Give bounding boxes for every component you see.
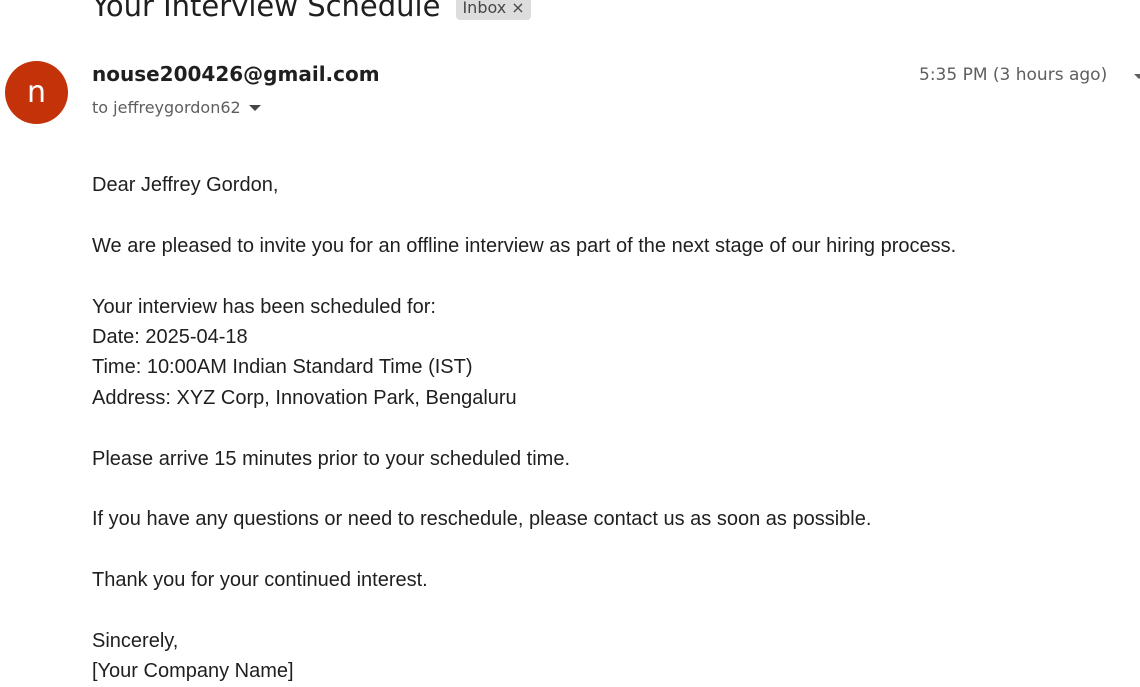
sender-avatar[interactable]: n bbox=[5, 61, 68, 124]
email-timestamp: 5:35 PM (3 hours ago) bbox=[919, 65, 1108, 85]
email-view: Your Interview Schedule Inbox × n nouse2… bbox=[0, 0, 1140, 687]
body-blank-line bbox=[92, 535, 956, 565]
body-line: Date: 2025-04-18 bbox=[92, 325, 248, 348]
body-blank-line bbox=[92, 261, 956, 291]
body-line: Address: XYZ Corp, Innovation Park, Beng… bbox=[92, 386, 517, 409]
email-subject: Your Interview Schedule bbox=[92, 0, 441, 23]
body-line: Your interview has been scheduled for: bbox=[92, 295, 436, 318]
recipient-row: to jeffreygordon62 bbox=[92, 98, 261, 117]
sender-email[interactable]: nouse200426@gmail.com bbox=[92, 62, 380, 86]
body-line: Sincerely, bbox=[92, 629, 179, 652]
body-line: We are pleased to invite you for an offl… bbox=[92, 234, 957, 257]
body-blank-line bbox=[92, 474, 956, 504]
body-line: Thank you for your continued interest. bbox=[92, 569, 428, 592]
body-line: If you have any questions or need to res… bbox=[92, 508, 872, 531]
body-line: [Your Company Name] bbox=[92, 660, 294, 683]
email-body: Dear Jeffrey Gordon, We are pleased to i… bbox=[92, 170, 956, 687]
remove-label-icon[interactable]: × bbox=[511, 0, 524, 18]
body-line: Please arrive 15 minutes prior to your s… bbox=[92, 447, 571, 470]
body-blank-line bbox=[92, 413, 956, 443]
more-options-chevron-icon[interactable] bbox=[1134, 74, 1140, 79]
label-text: Inbox bbox=[462, 0, 507, 17]
subject-row: Your Interview Schedule Inbox × bbox=[92, 0, 531, 28]
body-blank-line bbox=[92, 200, 956, 230]
body-line: Time: 10:00AM Indian Standard Time (IST) bbox=[92, 356, 473, 379]
body-line: Dear Jeffrey Gordon, bbox=[92, 174, 279, 196]
recipient-text: to jeffreygordon62 bbox=[92, 98, 241, 117]
show-details-chevron-down-icon[interactable] bbox=[248, 104, 261, 111]
inbox-label-chip[interactable]: Inbox × bbox=[456, 0, 531, 20]
body-blank-line bbox=[92, 595, 956, 625]
